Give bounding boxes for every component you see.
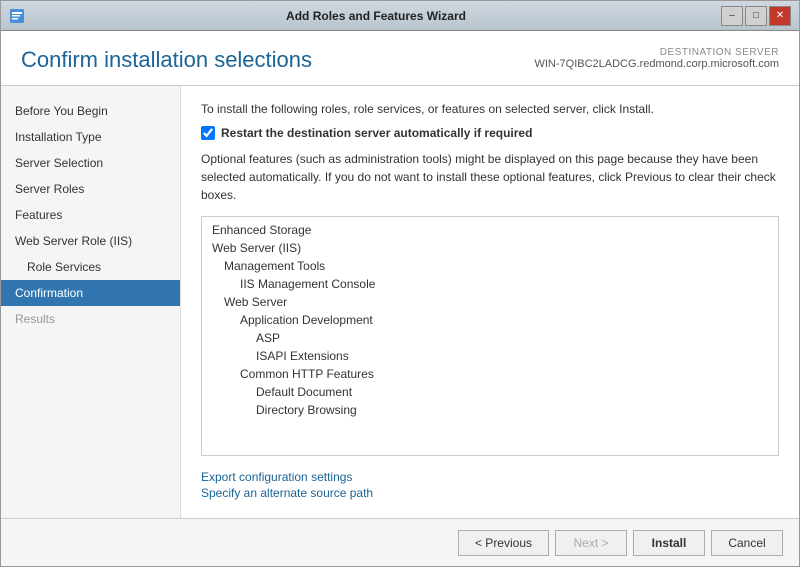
minimize-button[interactable]: – <box>721 6 743 26</box>
title-bar: Add Roles and Features Wizard – □ ✕ <box>1 1 799 31</box>
sidebar-item-confirmation[interactable]: Confirmation <box>1 280 180 306</box>
links-area: Export configuration settings Specify an … <box>201 470 779 502</box>
feature-item: Default Document <box>208 383 772 401</box>
wizard-link-export-configuration-settings[interactable]: Export configuration settings <box>201 470 779 484</box>
close-button[interactable]: ✕ <box>769 6 791 26</box>
install-button[interactable]: Install <box>633 530 705 556</box>
app-icon <box>9 8 25 24</box>
feature-item: Common HTTP Features <box>208 365 772 383</box>
sidebar-item-web-server-role-iis[interactable]: Web Server Role (IIS) <box>1 228 180 254</box>
feature-item: Management Tools <box>208 257 772 275</box>
feature-item: Application Development <box>208 311 772 329</box>
instruction-text: To install the following roles, role ser… <box>201 102 779 116</box>
next-button[interactable]: Next > <box>555 530 627 556</box>
wizard-content: Before You BeginInstallation TypeServer … <box>1 86 799 518</box>
wizard-header: Confirm installation selections DESTINAT… <box>1 31 799 86</box>
wizard-link-specify-an-alternate-source-path[interactable]: Specify an alternate source path <box>201 486 779 500</box>
feature-item: ASP <box>208 329 772 347</box>
title-bar-text: Add Roles and Features Wizard <box>31 9 721 23</box>
destination-server: DESTINATION SERVER WIN-7QIBC2LADCG.redmo… <box>534 47 779 70</box>
restart-checkbox[interactable] <box>201 126 215 140</box>
feature-item: ISAPI Extensions <box>208 347 772 365</box>
feature-item: Enhanced Storage <box>208 221 772 239</box>
wizard-footer: < Previous Next > Install Cancel <box>1 518 799 566</box>
optional-text: Optional features (such as administratio… <box>201 150 779 204</box>
features-list-inner: Enhanced StorageWeb Server (IIS)Manageme… <box>202 217 778 423</box>
features-list-box[interactable]: Enhanced StorageWeb Server (IIS)Manageme… <box>201 216 779 456</box>
page-title: Confirm installation selections <box>21 47 312 73</box>
previous-button[interactable]: < Previous <box>458 530 549 556</box>
maximize-button[interactable]: □ <box>745 6 767 26</box>
sidebar: Before You BeginInstallation TypeServer … <box>1 86 181 518</box>
cancel-button[interactable]: Cancel <box>711 530 783 556</box>
feature-item: IIS Management Console <box>208 275 772 293</box>
sidebar-item-features[interactable]: Features <box>1 202 180 228</box>
restart-checkbox-row: Restart the destination server automatic… <box>201 126 779 140</box>
wizard-window: Add Roles and Features Wizard – □ ✕ Conf… <box>0 0 800 567</box>
feature-item: Web Server (IIS) <box>208 239 772 257</box>
sidebar-item-role-services[interactable]: Role Services <box>1 254 180 280</box>
feature-item: Directory Browsing <box>208 401 772 419</box>
restart-checkbox-label[interactable]: Restart the destination server automatic… <box>221 126 532 140</box>
title-bar-controls: – □ ✕ <box>721 6 791 26</box>
sidebar-item-server-roles[interactable]: Server Roles <box>1 176 180 202</box>
sidebar-item-installation-type[interactable]: Installation Type <box>1 124 180 150</box>
wizard-body: Confirm installation selections DESTINAT… <box>1 31 799 566</box>
sidebar-item-results: Results <box>1 306 180 332</box>
feature-item: Web Server <box>208 293 772 311</box>
sidebar-item-server-selection[interactable]: Server Selection <box>1 150 180 176</box>
destination-label: DESTINATION SERVER <box>534 47 779 58</box>
main-panel: To install the following roles, role ser… <box>181 86 799 518</box>
sidebar-item-before-you-begin[interactable]: Before You Begin <box>1 98 180 124</box>
destination-name: WIN-7QIBC2LADCG.redmond.corp.microsoft.c… <box>534 58 779 70</box>
